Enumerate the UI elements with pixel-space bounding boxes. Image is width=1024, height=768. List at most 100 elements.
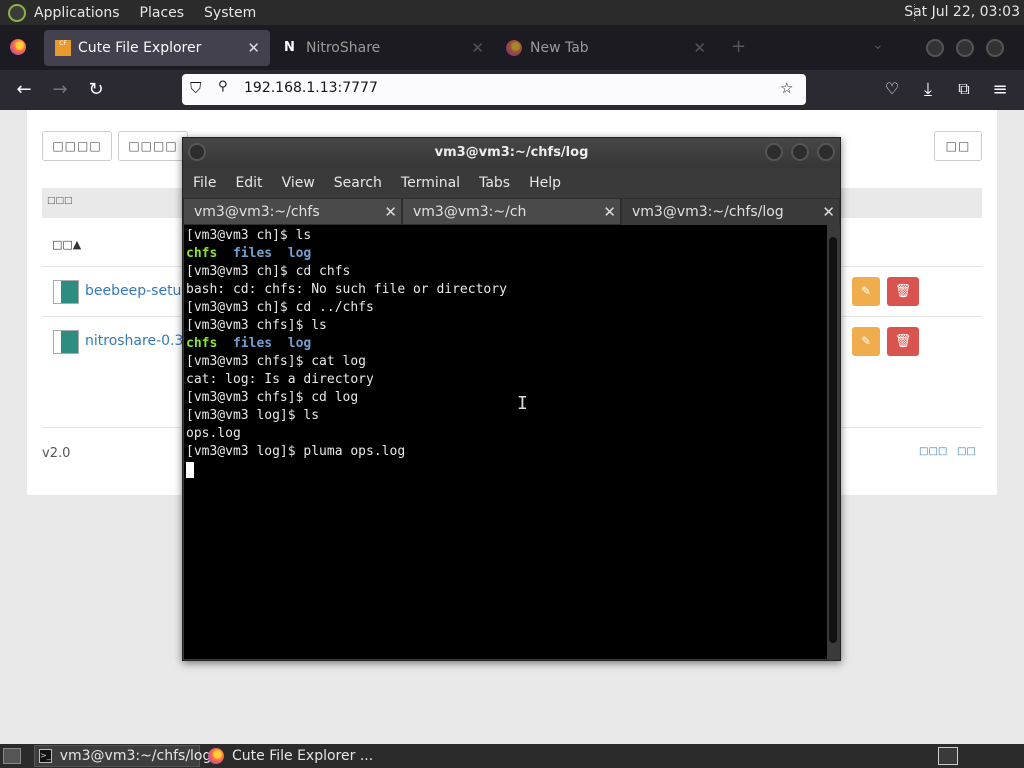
terminal-window: vm3@vm3:~/chfs/log File Edit View Search… [182, 137, 841, 661]
menu-search[interactable]: Search [334, 175, 382, 191]
terminal-line: [vm3@vm3 log]$ pluma ops.log [186, 444, 406, 459]
toolbar-button-1[interactable]: □□□□ [42, 131, 112, 161]
url-text[interactable]: 192.168.1.13:7777 [244, 80, 378, 96]
dir-entry: log [287, 336, 312, 351]
reload-icon[interactable]: ↻ [85, 79, 107, 100]
tab-label: Cute File Explorer [78, 40, 202, 56]
menu-edit[interactable]: Edit [235, 175, 262, 191]
menu-applications[interactable]: Applications [34, 5, 120, 21]
task-label: Cute File Explorer ... [232, 748, 374, 764]
delete-button[interactable]: 🗑 [887, 327, 919, 356]
terminal-scrollbar[interactable] [827, 225, 839, 659]
toolbar-button-2[interactable]: □□□□ [118, 131, 188, 161]
task-terminal[interactable]: >_ vm3@vm3:~/chfs/log [34, 745, 211, 767]
firefox-favicon-icon [506, 40, 522, 56]
dir-entry: chfs [186, 246, 218, 261]
terminal-tab-3[interactable]: vm3@vm3:~/chfs/log ✕ [621, 198, 840, 225]
close-tab-icon[interactable]: ✕ [693, 39, 706, 57]
minimize-button[interactable] [926, 39, 944, 57]
terminal-line: bash: cd: chfs: No such file or director… [186, 282, 507, 297]
shield-icon[interactable]: ⛉ [190, 79, 201, 97]
terminal-line: [vm3@vm3 chfs]$ cd log [186, 390, 359, 405]
tab-label: vm3@vm3:~/chfs [194, 204, 320, 220]
version-label: v2.0 [42, 446, 71, 461]
toolbar-button-3[interactable]: □□ [934, 131, 982, 161]
tab-label: vm3@vm3:~/ch [413, 204, 527, 220]
terminal-line: [vm3@vm3 ch]$ ls [186, 228, 312, 243]
sort-label: □□ [52, 238, 73, 251]
close-tab-icon[interactable]: ✕ [822, 199, 835, 225]
clock[interactable]: Sat Jul 22, 03:03 [904, 4, 1020, 20]
terminal-prompt-line [186, 461, 828, 479]
menu-help[interactable]: Help [529, 175, 561, 191]
firefox-icon [208, 748, 224, 764]
close-tab-icon[interactable]: ✕ [247, 39, 260, 57]
url-bar[interactable]: ⛉ ⚲ 192.168.1.13:7777 ☆ [182, 74, 806, 105]
cute-favicon-icon: CF [55, 40, 71, 56]
tab-nitroshare[interactable]: N NitroShare ✕ [276, 30, 494, 66]
maximize-button[interactable] [791, 143, 809, 161]
menu-tabs[interactable]: Tabs [479, 175, 510, 191]
terminal-tabs: vm3@vm3:~/chfs ✕ vm3@vm3:~/ch ✕ vm3@vm3:… [183, 198, 840, 225]
terminal-line: [vm3@vm3 log]$ ls [186, 408, 320, 423]
dir-entry: files [232, 246, 273, 261]
dir-entry: files [232, 336, 273, 351]
nitroshare-favicon-icon: N [284, 40, 295, 55]
window-controls [926, 39, 1004, 57]
maximize-button[interactable] [956, 39, 974, 57]
app-menu-icon[interactable]: ≡ [989, 79, 1011, 100]
close-tab-icon[interactable]: ✕ [603, 199, 616, 225]
table-header-label: □□□ [47, 196, 73, 206]
browser-tab-bar: CF Cute File Explorer ✕ N NitroShare ✕ N… [0, 25, 1024, 70]
page-info-icon[interactable]: ⚲ [218, 79, 228, 94]
close-window-button[interactable] [817, 143, 835, 161]
pocket-icon[interactable]: ♡ [881, 79, 903, 98]
edit-button[interactable]: ✎ [852, 277, 880, 306]
bookmark-star-icon[interactable]: ☆ [780, 79, 793, 97]
footer-link-2[interactable]: □□ [957, 446, 976, 457]
distro-logo-icon[interactable] [8, 3, 26, 22]
close-tab-icon[interactable]: ✕ [471, 39, 484, 57]
dir-entry: chfs [186, 336, 218, 351]
footer-link-1[interactable]: □□□ [919, 446, 947, 457]
menu-places[interactable]: Places [140, 5, 185, 21]
terminal-dir-listing: chfs files log [186, 335, 828, 353]
delete-button[interactable]: 🗑 [887, 277, 919, 306]
menu-terminal[interactable]: Terminal [401, 175, 460, 191]
downloads-icon[interactable]: ⤓ [917, 79, 939, 100]
terminal-titlebar[interactable]: vm3@vm3:~/chfs/log [183, 138, 840, 168]
terminal-icon: >_ [39, 749, 52, 763]
forward-arrow-icon[interactable]: → [49, 79, 71, 100]
task-label: vm3@vm3:~/chfs/log [59, 748, 212, 764]
scrollbar-thumb[interactable] [829, 237, 837, 643]
terminal-line: [vm3@vm3 chfs]$ ls [186, 318, 327, 333]
terminal-screen[interactable]: [vm3@vm3 ch]$ ls chfs files log [vm3@vm3 c… [184, 225, 828, 659]
name-sort-header[interactable]: □□▲ [52, 238, 81, 251]
close-window-button[interactable] [986, 39, 1004, 57]
edit-button[interactable]: ✎ [852, 327, 880, 356]
firefox-menu-icon[interactable] [10, 39, 26, 59]
menu-file[interactable]: File [193, 175, 216, 191]
top-panel: Applications Places System Sat Jul 22, 0… [0, 0, 1024, 25]
menu-system[interactable]: System [204, 5, 256, 21]
terminal-tab-1[interactable]: vm3@vm3:~/chfs ✕ [183, 198, 402, 225]
text-cursor [186, 461, 194, 478]
terminal-line: cat: log: Is a directory [186, 372, 374, 387]
menu-view[interactable]: View [282, 175, 315, 191]
terminal-tab-2[interactable]: vm3@vm3:~/ch ✕ [402, 198, 621, 225]
show-desktop-icon[interactable] [3, 748, 21, 764]
tab-new-tab[interactable]: New Tab ✕ [496, 30, 716, 66]
task-firefox[interactable]: Cute File Explorer ... [204, 745, 374, 767]
file-link[interactable]: beebeep-setup- [85, 283, 195, 299]
terminal-title: vm3@vm3:~/chfs/log [434, 145, 589, 160]
back-arrow-icon[interactable]: ← [13, 79, 35, 100]
minimize-button[interactable] [765, 143, 783, 161]
extensions-icon[interactable]: ⧉ [953, 79, 975, 99]
list-all-tabs-chevron-icon[interactable]: ⌄ [872, 37, 884, 53]
new-tab-button[interactable]: + [731, 36, 746, 57]
tab-cute-file-explorer[interactable]: CF Cute File Explorer ✕ [44, 30, 270, 66]
sort-up-icon: ▲ [72, 238, 82, 251]
close-tab-icon[interactable]: ✕ [384, 199, 397, 225]
workspace-switcher[interactable] [938, 747, 958, 765]
file-link[interactable]: nitroshare-0.3.4 [85, 333, 197, 349]
